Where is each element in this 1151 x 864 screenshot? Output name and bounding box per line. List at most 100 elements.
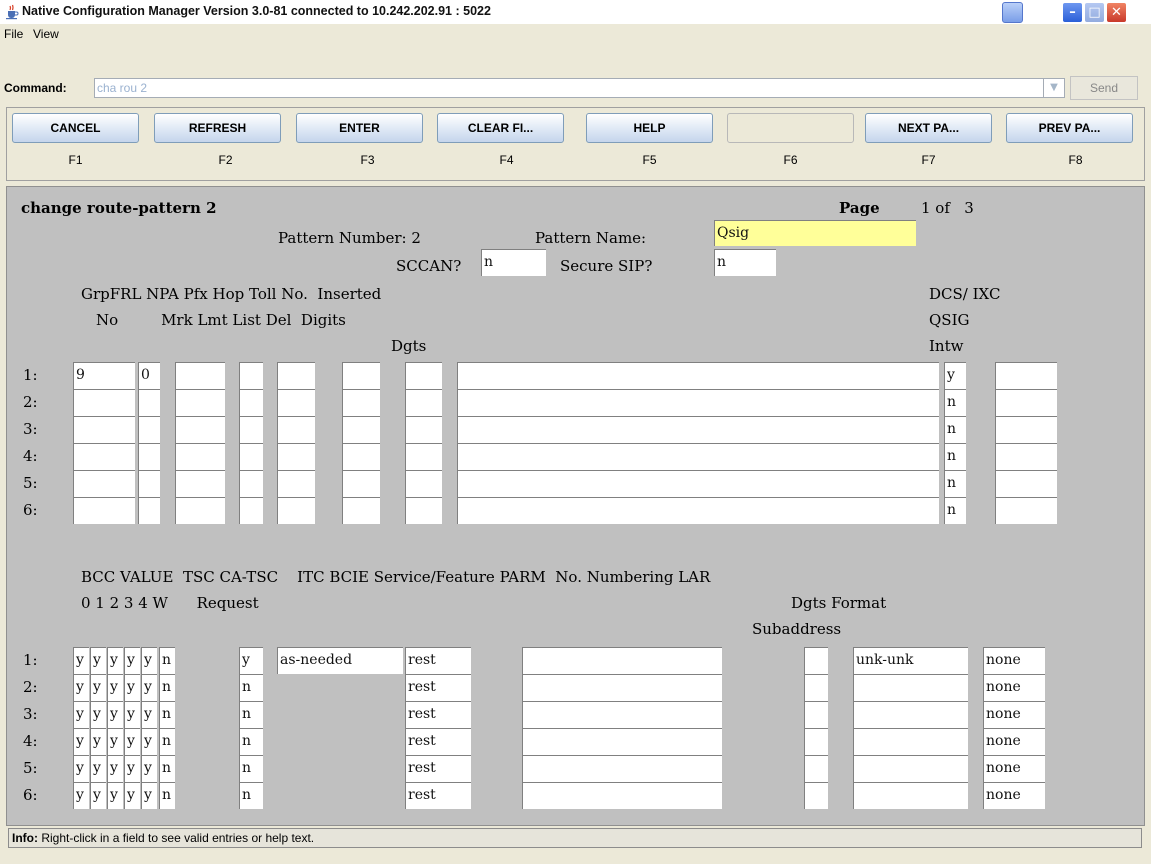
inserted-digits-field[interactable]	[457, 443, 939, 470]
bcc-value-field[interactable]: y	[90, 647, 106, 674]
grp-field[interactable]	[73, 416, 135, 443]
bcc-value-field[interactable]: y	[124, 782, 140, 809]
itc-field[interactable]: rest	[405, 782, 471, 809]
bcc-value-field[interactable]: y	[141, 647, 157, 674]
bcc-value-field[interactable]: n	[159, 782, 175, 809]
bcc-value-field[interactable]: y	[107, 701, 123, 728]
clear-fields-button[interactable]: CLEAR FI...	[437, 113, 564, 143]
bcc-value-field[interactable]: y	[124, 674, 140, 701]
no-dgts-field[interactable]	[804, 647, 828, 674]
service-feature-field[interactable]	[522, 782, 722, 809]
npa-field[interactable]	[175, 497, 225, 524]
pfx-field[interactable]	[239, 497, 263, 524]
no-dgts-field[interactable]	[804, 674, 828, 701]
ixc-field[interactable]	[995, 443, 1057, 470]
bcc-value-field[interactable]: y	[107, 674, 123, 701]
nodel-field[interactable]	[405, 362, 442, 389]
ixc-field[interactable]	[995, 362, 1057, 389]
npa-field[interactable]	[175, 470, 225, 497]
bcc-value-field[interactable]: y	[141, 782, 157, 809]
nodel-field[interactable]	[405, 497, 442, 524]
window-menu-button[interactable]	[1002, 2, 1023, 23]
frl-field[interactable]	[138, 416, 160, 443]
bcc-value-field[interactable]: n	[159, 674, 175, 701]
bcc-value-field[interactable]: y	[90, 782, 106, 809]
ixc-field[interactable]	[995, 416, 1057, 443]
ca-tsc-field[interactable]	[277, 755, 403, 782]
npa-field[interactable]	[175, 416, 225, 443]
bcc-value-field[interactable]: y	[107, 755, 123, 782]
bcc-value-field[interactable]: y	[124, 701, 140, 728]
no-dgts-field[interactable]	[804, 701, 828, 728]
sccan-field[interactable]: n	[481, 249, 546, 276]
command-input[interactable]: cha rou 2	[94, 78, 1044, 98]
bcc-value-field[interactable]: n	[159, 701, 175, 728]
bcc-value-field[interactable]: y	[141, 674, 157, 701]
pfx-field[interactable]	[239, 443, 263, 470]
ca-tsc-field[interactable]	[277, 674, 403, 701]
lar-field[interactable]: none	[983, 701, 1045, 728]
pfx-field[interactable]	[239, 470, 263, 497]
bcc-value-field[interactable]: y	[90, 674, 106, 701]
bcc-value-field[interactable]: y	[107, 728, 123, 755]
nodel-field[interactable]	[405, 470, 442, 497]
grp-field[interactable]	[73, 443, 135, 470]
ca-tsc-field[interactable]	[277, 728, 403, 755]
numbering-format-field[interactable]	[853, 728, 968, 755]
ixc-field[interactable]	[995, 389, 1057, 416]
bcc-value-field[interactable]: n	[159, 755, 175, 782]
no-dgts-field[interactable]	[804, 755, 828, 782]
itc-field[interactable]: rest	[405, 674, 471, 701]
bcc-value-field[interactable]: y	[73, 728, 89, 755]
inserted-digits-field[interactable]	[457, 416, 939, 443]
toll-field[interactable]	[342, 497, 380, 524]
frl-field[interactable]	[138, 389, 160, 416]
cancel-button[interactable]: CANCEL	[12, 113, 139, 143]
bcc-value-field[interactable]: y	[90, 755, 106, 782]
pfx-field[interactable]	[239, 416, 263, 443]
tsc-field[interactable]: n	[239, 782, 263, 809]
toll-field[interactable]	[342, 470, 380, 497]
inserted-digits-field[interactable]	[457, 389, 939, 416]
maximize-button[interactable]: □	[1084, 2, 1105, 23]
frl-field[interactable]	[138, 470, 160, 497]
bcc-value-field[interactable]: y	[141, 728, 157, 755]
bcc-value-field[interactable]: y	[73, 674, 89, 701]
numbering-format-field[interactable]	[853, 701, 968, 728]
bcc-value-field[interactable]: y	[124, 728, 140, 755]
tsc-field[interactable]: n	[239, 674, 263, 701]
grp-field[interactable]	[73, 497, 135, 524]
f6-button[interactable]	[727, 113, 854, 143]
service-feature-field[interactable]	[522, 647, 722, 674]
nodel-field[interactable]	[405, 416, 442, 443]
inserted-digits-field[interactable]	[457, 497, 939, 524]
lar-field[interactable]: none	[983, 674, 1045, 701]
hop-field[interactable]	[277, 416, 315, 443]
itc-field[interactable]: rest	[405, 755, 471, 782]
bcc-value-field[interactable]: y	[141, 755, 157, 782]
no-dgts-field[interactable]	[804, 782, 828, 809]
qsig-field[interactable]: y	[944, 362, 966, 389]
toll-field[interactable]	[342, 443, 380, 470]
menu-view[interactable]: View	[33, 27, 59, 41]
numbering-format-field[interactable]	[853, 755, 968, 782]
pattern-name-field[interactable]: Qsig	[714, 220, 916, 246]
qsig-field[interactable]: n	[944, 470, 966, 497]
qsig-field[interactable]: n	[944, 389, 966, 416]
bcc-value-field[interactable]: n	[159, 728, 175, 755]
nodel-field[interactable]	[405, 443, 442, 470]
hop-field[interactable]	[277, 443, 315, 470]
toll-field[interactable]	[342, 362, 380, 389]
qsig-field[interactable]: n	[944, 416, 966, 443]
minimize-button[interactable]: –	[1062, 2, 1083, 23]
chevron-down-icon[interactable]: ▼	[1044, 78, 1065, 98]
frl-field[interactable]	[138, 497, 160, 524]
frl-field[interactable]	[138, 443, 160, 470]
bcc-value-field[interactable]: y	[90, 701, 106, 728]
frl-field[interactable]: 0	[138, 362, 160, 389]
bcc-value-field[interactable]: y	[90, 728, 106, 755]
service-feature-field[interactable]	[522, 674, 722, 701]
send-button[interactable]: Send	[1070, 76, 1138, 100]
menu-file[interactable]: File	[4, 27, 23, 41]
bcc-value-field[interactable]: y	[124, 647, 140, 674]
